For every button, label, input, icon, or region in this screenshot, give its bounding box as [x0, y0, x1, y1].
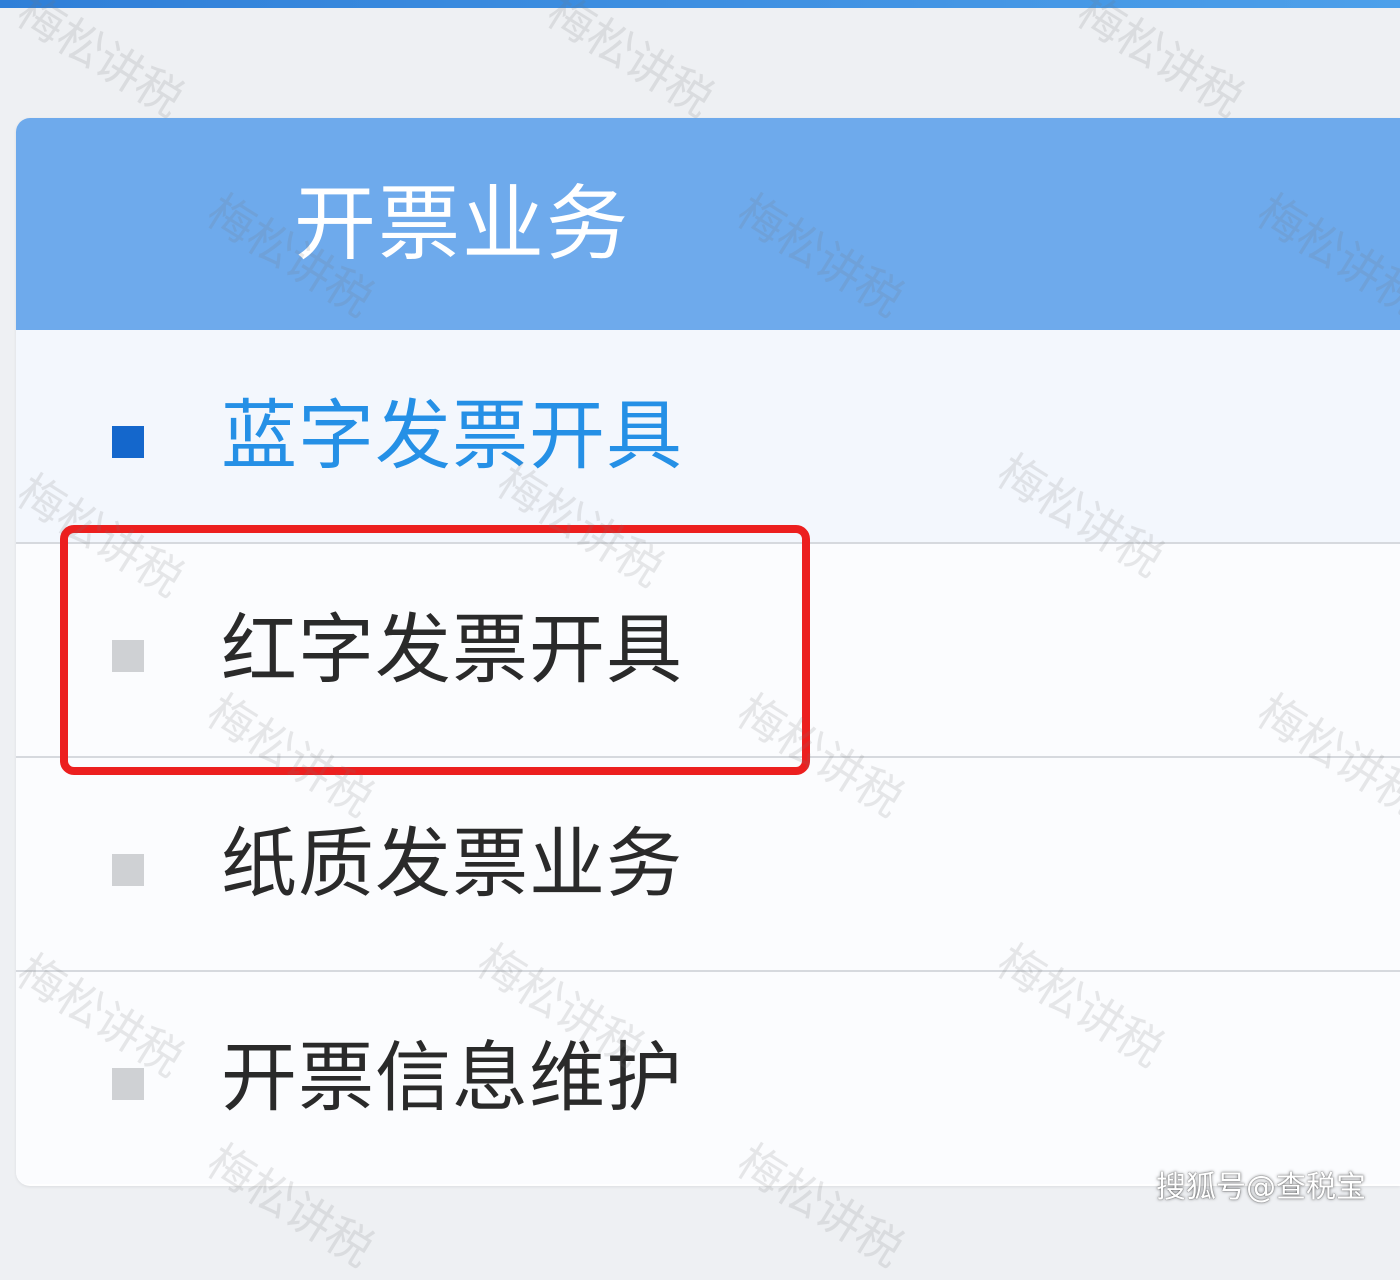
menu-item-blue-invoice[interactable]: 蓝字发票开具 — [16, 330, 1400, 544]
panel-title: 开票业务 — [294, 177, 631, 272]
bullet-icon — [112, 426, 144, 458]
watermark-text: 梅松讲税 — [538, 0, 723, 128]
menu-item-label: 纸质发票业务 — [221, 819, 683, 908]
panel-header: 开票业务 — [16, 118, 1400, 330]
watermark-text: 梅松讲税 — [8, 0, 193, 128]
menu-item-label: 红字发票开具 — [221, 605, 683, 694]
source-credit: 搜狐号@查税宝 — [1156, 1170, 1366, 1205]
menu-item-label: 开票信息维护 — [221, 1033, 683, 1122]
bullet-icon — [112, 1068, 144, 1100]
menu-item-red-invoice[interactable]: 红字发票开具 — [16, 544, 1400, 758]
bullet-icon — [112, 640, 144, 672]
menu-item-label: 蓝字发票开具 — [221, 391, 683, 480]
watermark-text: 梅松讲税 — [1068, 0, 1253, 128]
invoicing-menu-panel: 开票业务 蓝字发票开具 红字发票开具 纸质发票业务 开票信息维护 — [16, 118, 1400, 1186]
top-accent-bar — [0, 0, 1400, 8]
menu-item-invoice-info[interactable]: 开票信息维护 — [16, 972, 1400, 1184]
bullet-icon — [112, 854, 144, 886]
menu-item-paper-invoice[interactable]: 纸质发票业务 — [16, 758, 1400, 972]
